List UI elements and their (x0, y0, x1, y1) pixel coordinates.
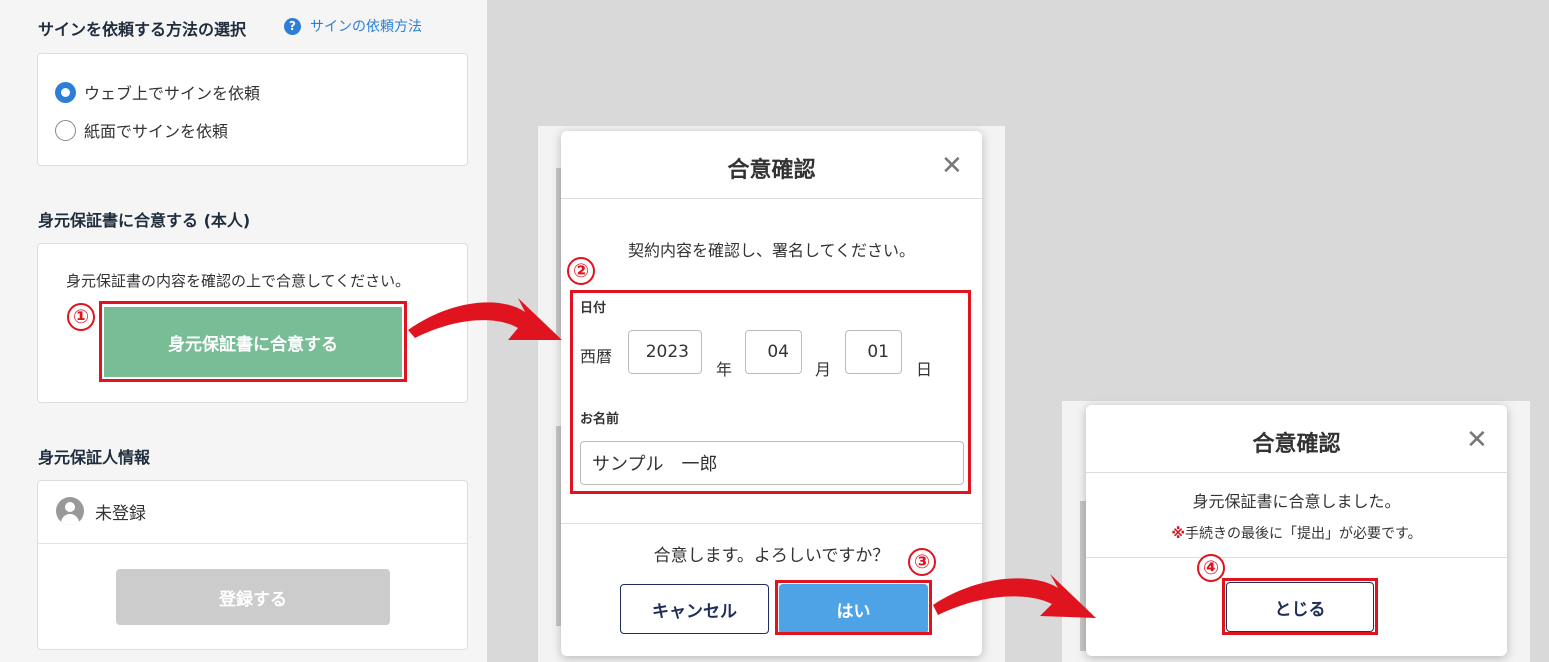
guarantor-status: 未登録 (95, 503, 146, 524)
guarantor-card: 未登録 登録する (37, 480, 468, 650)
modal-header-divider (1086, 472, 1507, 473)
agreement-done-modal: 合意確認 ✕ 身元保証書に合意しました。 ※手続きの最後に「提出」が必要です。 … (1086, 405, 1507, 656)
radio-web-sign[interactable]: ウェブ上でサインを依頼 (55, 80, 260, 104)
submit-note: ※手続きの最後に「提出」が必要です。 (1086, 523, 1507, 543)
question-circle-icon: ? (284, 17, 301, 35)
modal-title: 合意確認 (1252, 432, 1341, 457)
modal-footer-divider (561, 523, 982, 524)
step4-number: ④ (1197, 554, 1225, 582)
agree-section-title: 身元保証書に合意する (本人) (38, 211, 251, 230)
step4-highlight (1222, 578, 1378, 635)
agreement-confirm-modal: 合意確認 ✕ 契約内容を確認し、署名してください。 日付 西暦 2023 年 0… (561, 131, 982, 656)
guarantor-section-title: 身元保証人情報 (38, 448, 151, 467)
radio-paper-sign[interactable]: 紙面でサインを依頼 (55, 118, 228, 142)
step2-highlight (570, 290, 971, 494)
step1-highlight (99, 301, 407, 382)
note-mark: ※ (1171, 526, 1185, 542)
modal-title: 合意確認 (727, 158, 816, 183)
cancel-button[interactable]: キャンセル (620, 584, 769, 634)
radio-unchecked-icon (55, 119, 76, 141)
done-message: 身元保証書に合意しました。 (1192, 492, 1401, 511)
arrow-icon (933, 574, 1096, 618)
sign-instruction: 契約内容を確認し、署名してください。 (627, 241, 916, 260)
radio-paper-sign-label: 紙面でサインを依頼 (84, 122, 229, 141)
user-avatar-icon (56, 497, 84, 525)
arrow-icon (408, 298, 562, 340)
divider (38, 543, 467, 544)
help-link-label: サインの依頼方法 (310, 19, 422, 35)
step1-number: ① (67, 303, 95, 331)
note-text: 手続きの最後に「提出」が必要です。 (1185, 526, 1422, 542)
guarantor-status-row: 未登録 (56, 497, 146, 525)
radio-checked-icon (55, 81, 76, 103)
modal-footer-divider (1086, 557, 1507, 558)
sign-method-card: ウェブ上でサインを依頼 紙面でサインを依頼 (37, 53, 468, 166)
close-icon[interactable]: ✕ (1466, 427, 1488, 453)
sign-method-help-link[interactable]: ? サインの依頼方法 (284, 16, 422, 36)
step2-number: ② (567, 257, 595, 285)
sign-method-title: サインを依頼する方法の選択 (38, 20, 247, 39)
register-button[interactable]: 登録する (116, 569, 390, 625)
agree-instruction: 身元保証書の内容を確認の上で合意してください。 (66, 272, 411, 290)
radio-web-sign-label: ウェブ上でサインを依頼 (84, 84, 261, 103)
modal-header-divider (561, 198, 982, 199)
close-icon[interactable]: ✕ (941, 153, 963, 179)
step3-highlight (775, 580, 932, 635)
